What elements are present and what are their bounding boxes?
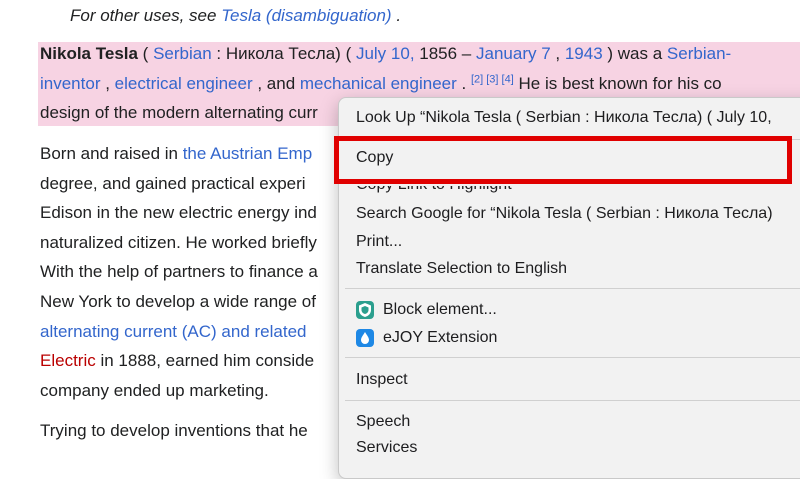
shield-icon (356, 301, 374, 319)
inventor-link[interactable]: inventor (40, 74, 100, 93)
copy-highlight-annotation (334, 136, 792, 184)
electric-link[interactable]: Electric (40, 351, 96, 370)
death-year-link[interactable]: 1943 (565, 44, 603, 63)
text: , and (252, 74, 300, 93)
disambiguation-link[interactable]: Tesla (disambiguation) (221, 6, 391, 25)
serbian-americans-link[interactable]: Serbian- (667, 44, 731, 63)
menu-separator (345, 288, 800, 289)
menu-separator (345, 400, 800, 401)
menu-item-services[interactable]: Services (356, 438, 417, 458)
hatnote-prefix: For other uses, see (70, 6, 222, 25)
menu-separator (345, 357, 800, 358)
serbian-link[interactable]: Serbian (153, 44, 212, 63)
text: ( (137, 44, 154, 63)
intro-line-3: design of the modern alternating curr (40, 103, 318, 122)
p2-line-4: naturalized citizen. He worked briefly (40, 233, 317, 252)
article-subject: Nikola Tesla (40, 44, 138, 63)
menu-item-block-element[interactable]: Block element... (383, 300, 497, 320)
p2-line-3: Edison in the new electric energy ind (40, 203, 317, 222)
p2-line-9: company ended up marketing. (40, 381, 269, 400)
droplet-icon (356, 329, 374, 347)
p2-line-8: Electric in 1888, earned him conside (40, 349, 314, 373)
text: Born and raised in (40, 144, 183, 163)
p3-line-1: Trying to develop inventions that he (40, 421, 308, 440)
menu-item-print[interactable]: Print... (356, 232, 402, 252)
mechanical-engineer-link[interactable]: mechanical engineer (300, 74, 457, 93)
text: : Никола Тесла) ( (211, 44, 356, 63)
intro-line-1: Nikola Tesla ( Serbian : Никола Тесла) (… (40, 42, 731, 66)
hatnote-suffix: . (391, 6, 402, 25)
p2-line-6: New York to develop a wide range of (40, 292, 316, 311)
citation-refs[interactable]: [2] [3] [4] (471, 73, 514, 85)
menu-item-search-google[interactable]: Search Google for “Nikola Tesla ( Serbia… (356, 204, 773, 224)
menu-item-translate[interactable]: Translate Selection to English (356, 259, 567, 279)
menu-item-speech[interactable]: Speech (356, 412, 410, 432)
death-date-link[interactable]: January 7 (476, 44, 551, 63)
intro-line-2: inventor , electrical engineer , and mec… (40, 72, 722, 96)
text: in 1888, earned him conside (95, 351, 315, 370)
ac-link[interactable]: alternating current (AC) and related (40, 320, 306, 344)
menu-item-inspect[interactable]: Inspect (356, 370, 408, 390)
birth-date-link[interactable]: July 10, (356, 44, 415, 63)
p2-line-5: With the help of partners to finance a (40, 262, 318, 281)
menu-item-ejoy-extension[interactable]: eJOY Extension (383, 328, 497, 348)
electrical-engineer-link[interactable]: electrical engineer (115, 74, 253, 93)
text: , (100, 74, 115, 93)
menu-item-look-up[interactable]: Look Up “Nikola Tesla ( Serbian : Никола… (356, 108, 772, 128)
p2-line-2: degree, and gained practical experi (40, 174, 306, 193)
text: . (456, 74, 471, 93)
text: , (550, 44, 565, 63)
text: He is best known for his co (513, 74, 722, 93)
text: ) was a (602, 44, 667, 63)
p2-line-1: Born and raised in the Austrian Emp (40, 142, 312, 166)
text: 1856 – (414, 44, 476, 63)
austrian-empire-link[interactable]: the Austrian Emp (183, 144, 312, 163)
hatnote: For other uses, see Tesla (disambiguatio… (70, 4, 401, 28)
